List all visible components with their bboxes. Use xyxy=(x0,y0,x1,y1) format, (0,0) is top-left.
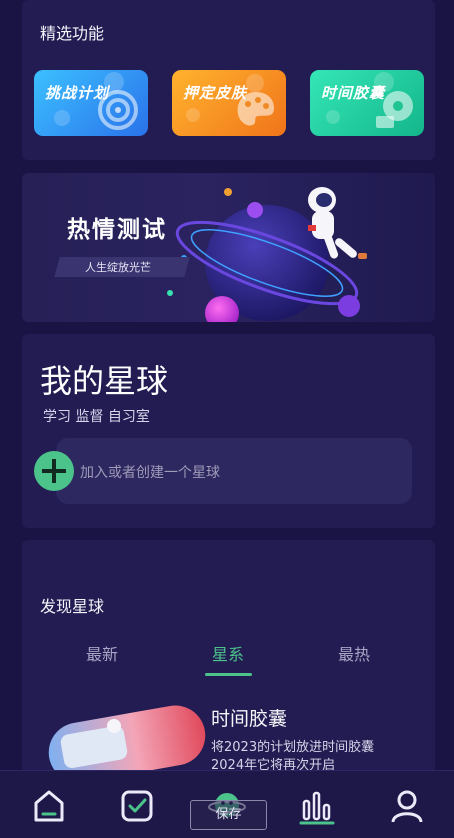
palette-icon xyxy=(237,92,274,126)
disc-icon xyxy=(376,91,413,128)
featured-section: 精选功能 挑战计划 押定皮肤 时间胶囊 xyxy=(22,0,435,160)
capsule-title[interactable]: 时间胶囊 xyxy=(211,704,287,731)
join-planet-placeholder[interactable]: 加入或者创建一个星球 xyxy=(80,462,220,482)
home-icon[interactable] xyxy=(30,787,68,825)
tab-galaxy[interactable]: 星系 xyxy=(212,641,244,665)
save-button[interactable]: 保存 xyxy=(190,800,267,830)
add-planet-button[interactable] xyxy=(34,451,74,491)
tab-hottest[interactable]: 最热 xyxy=(338,641,370,665)
bottom-nav: 保存 xyxy=(0,770,454,838)
my-planet-section: 我的星球 学习 监督 自习室 加入或者创建一个星球 xyxy=(22,334,435,528)
challenge-plan-button[interactable]: 挑战计划 xyxy=(34,70,148,136)
capsule-desc-line1: 将2023的计划放进时间胶囊 xyxy=(211,740,375,755)
tab-latest[interactable]: 最新 xyxy=(86,641,118,665)
capsule-illustration xyxy=(48,705,206,776)
checklist-icon[interactable] xyxy=(118,787,156,825)
time-capsule-button[interactable]: 时间胶囊 xyxy=(310,70,424,136)
my-planet-tags: 学习 监督 自习室 xyxy=(43,409,150,425)
passion-test-banner[interactable]: 热情测试 人生绽放光芒 xyxy=(22,173,435,322)
discover-title: 发现星球 xyxy=(40,597,105,616)
featured-title: 精选功能 xyxy=(40,24,105,43)
stats-icon[interactable] xyxy=(298,787,336,825)
banner-title: 热情测试 xyxy=(67,217,167,243)
space-illustration xyxy=(167,187,367,322)
target-icon xyxy=(98,90,138,130)
banner-subtitle: 人生绽放光芒 xyxy=(85,261,151,274)
skin-button[interactable]: 押定皮肤 xyxy=(172,70,286,136)
my-planet-title: 我的星球 xyxy=(40,362,169,400)
profile-icon[interactable] xyxy=(388,787,426,825)
active-tab-indicator xyxy=(205,673,252,676)
